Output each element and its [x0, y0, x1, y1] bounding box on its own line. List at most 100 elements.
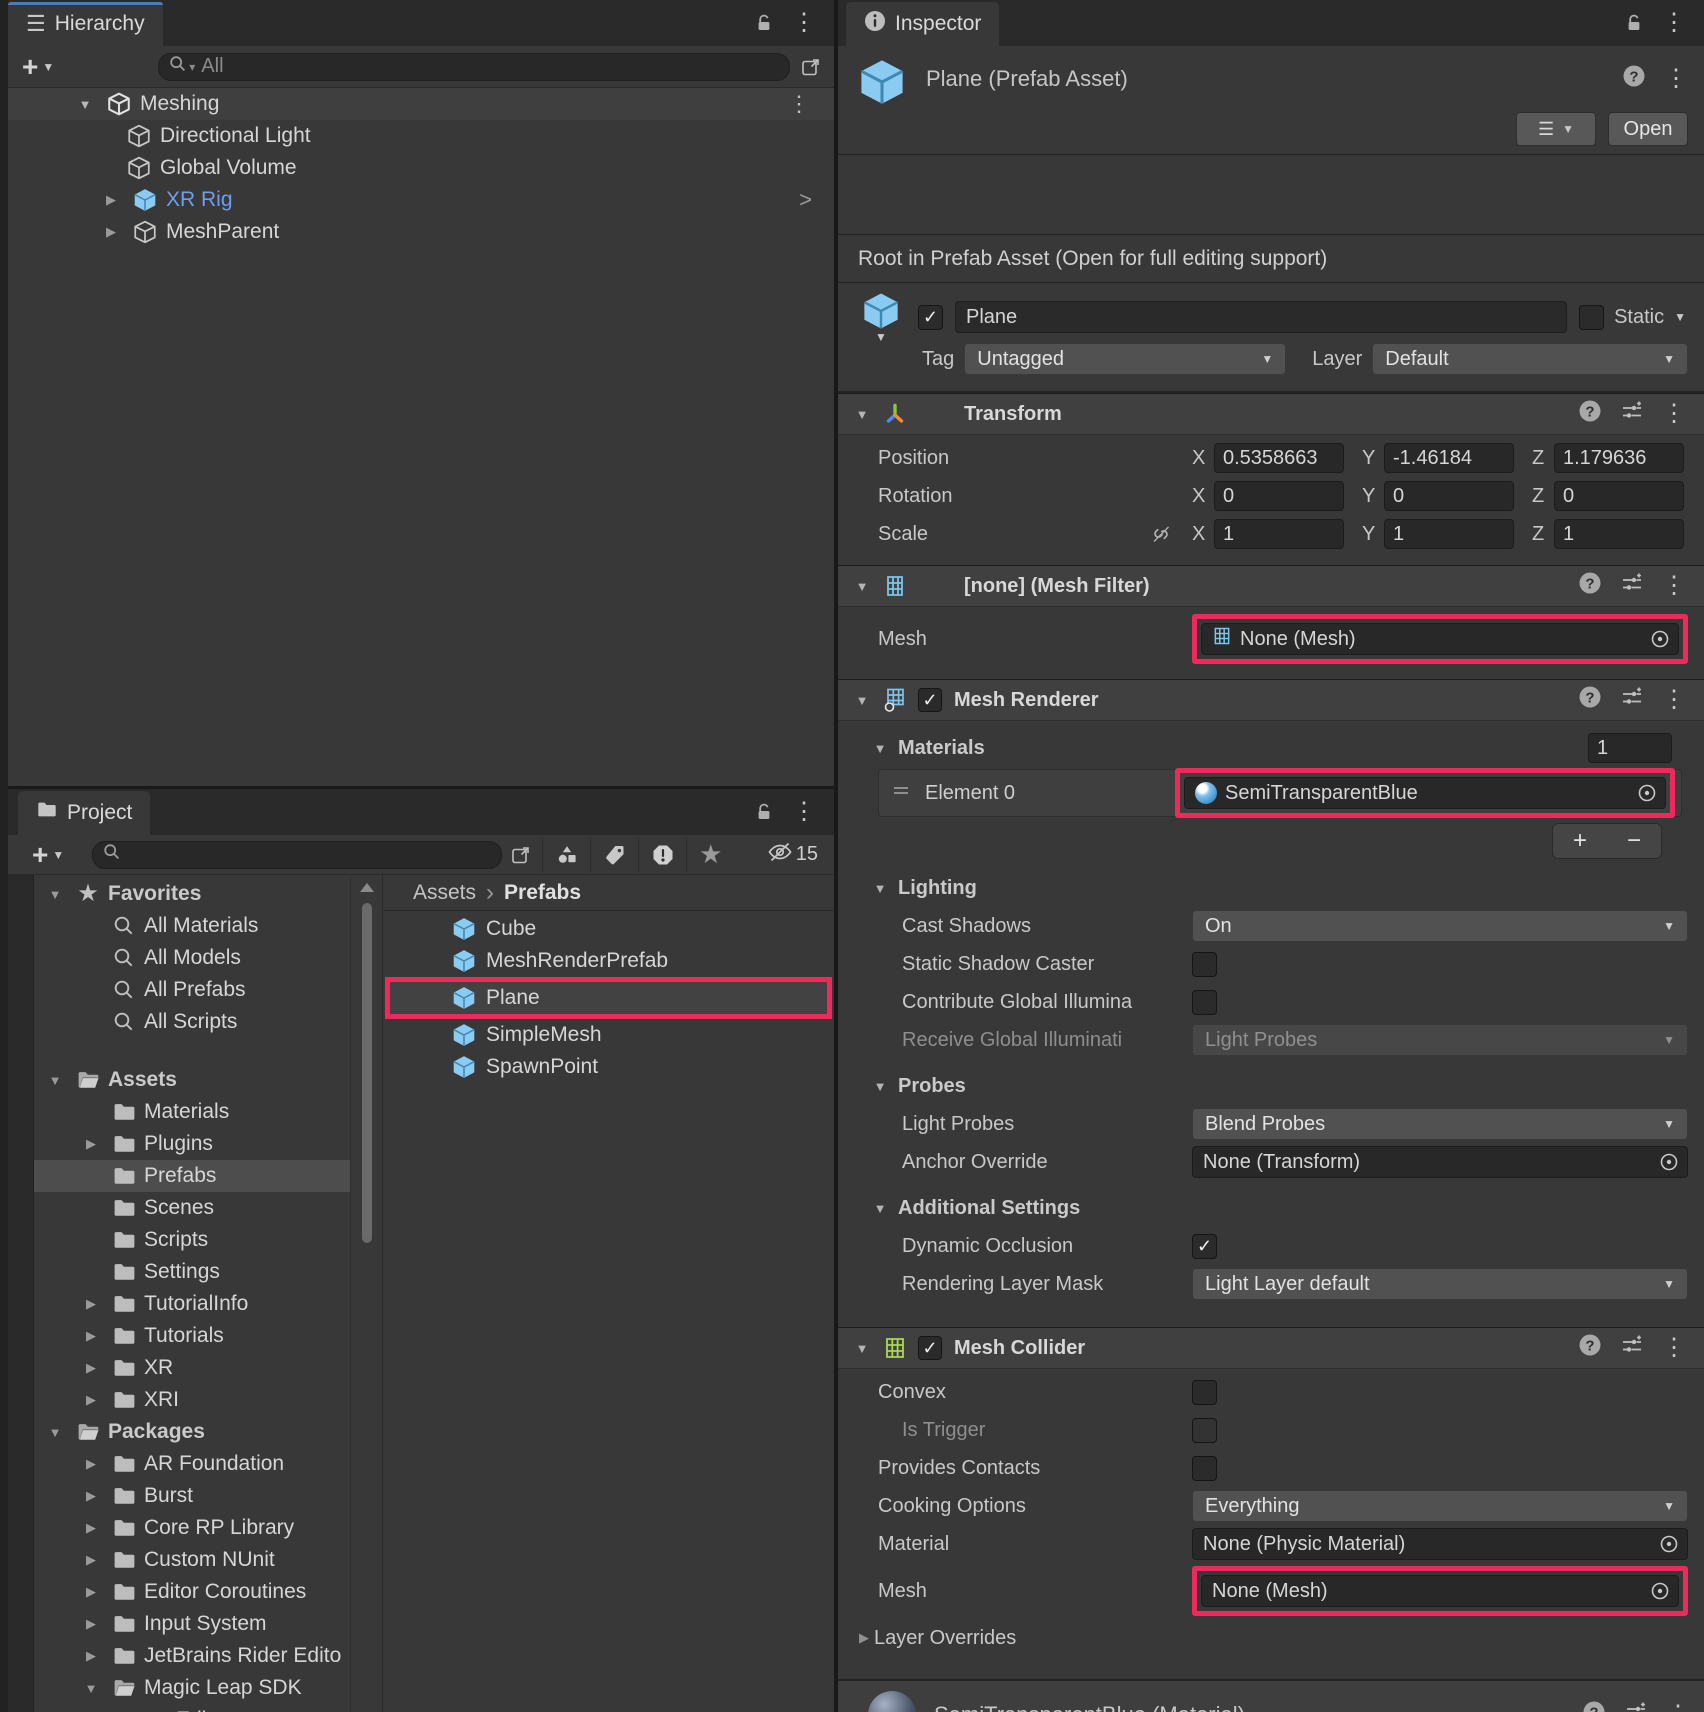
- foldout-closed-icon[interactable]: ▶: [98, 192, 124, 208]
- materials-size-field[interactable]: 1: [1588, 733, 1672, 763]
- open-prefab-button[interactable]: Open: [1608, 112, 1688, 146]
- element0-material-field[interactable]: SemiTransparentBlue: [1184, 777, 1666, 809]
- foldout-closed-icon[interactable]: ▶: [78, 1328, 104, 1344]
- rotation-y-field[interactable]: 0: [1384, 481, 1514, 511]
- foldout-open-icon[interactable]: ▼: [852, 1341, 872, 1356]
- foldout-open-icon[interactable]: ▼: [42, 1425, 68, 1440]
- project-tree-item-input-system[interactable]: ▶Input System: [34, 1608, 350, 1640]
- foldout-open-icon[interactable]: ▼: [78, 1681, 104, 1696]
- kebab-icon[interactable]: ⋮: [788, 91, 834, 117]
- tab-project[interactable]: Project: [18, 791, 150, 835]
- additional-settings-foldout[interactable]: ▼ Additional Settings: [878, 1191, 1688, 1225]
- static-shadow-caster-checkbox[interactable]: [1192, 952, 1217, 977]
- lighting-foldout[interactable]: ▼ Lighting: [878, 871, 1688, 905]
- materials-foldout[interactable]: ▼ Materials 1: [878, 731, 1688, 765]
- transform-header[interactable]: ▼ Transform ? ⋮: [838, 393, 1704, 435]
- cast-shadows-dropdown[interactable]: On▼: [1192, 910, 1688, 942]
- project-tree-item-all-models[interactable]: All Models: [34, 942, 350, 974]
- foldout-closed-icon[interactable]: ▶: [78, 1488, 104, 1504]
- foldout-closed-icon[interactable]: ▶: [78, 1392, 104, 1408]
- file-item-cube[interactable]: Cube: [383, 913, 834, 945]
- file-item-spawnpoint[interactable]: SpawnPoint: [383, 1051, 834, 1083]
- hierarchy-item-xr-rig[interactable]: ▶XR Rig>: [8, 184, 834, 216]
- light-probes-dropdown[interactable]: Blend Probes▼: [1192, 1108, 1688, 1140]
- chevron-down-icon[interactable]: ▼: [1674, 310, 1686, 324]
- object-picker-icon[interactable]: [1650, 1581, 1670, 1601]
- kebab-icon[interactable]: ⋮: [1666, 1703, 1690, 1712]
- receive-gi-dropdown[interactable]: Light Probes▼: [1192, 1024, 1688, 1056]
- collider-mesh-field[interactable]: None (Mesh): [1201, 1575, 1679, 1607]
- kebab-icon[interactable]: ⋮: [792, 800, 816, 824]
- help-icon[interactable]: ?: [1582, 1700, 1606, 1712]
- project-tree-item-editor-coroutines[interactable]: ▶Editor Coroutines: [34, 1576, 350, 1608]
- position-y-field[interactable]: -1.46184: [1384, 443, 1514, 473]
- hierarchy-search-field[interactable]: [201, 55, 779, 78]
- tab-inspector[interactable]: Inspector: [846, 2, 999, 46]
- tab-hierarchy[interactable]: ☰ Hierarchy: [8, 2, 163, 46]
- kebab-icon[interactable]: ⋮: [1662, 1336, 1686, 1360]
- kebab-icon[interactable]: ⋮: [1662, 402, 1686, 426]
- unlink-scale-icon[interactable]: [1150, 523, 1172, 545]
- project-tree-item-xr[interactable]: ▶XR: [34, 1352, 350, 1384]
- foldout-closed-icon[interactable]: ▶: [78, 1136, 104, 1152]
- name-input[interactable]: [966, 306, 1556, 329]
- project-search-field[interactable]: [127, 843, 491, 866]
- project-tree-item-editor[interactable]: ▼Editor: [34, 1704, 350, 1712]
- rendering-layer-mask-dropdown[interactable]: Light Layer default▼: [1192, 1268, 1688, 1300]
- is-trigger-checkbox[interactable]: [1192, 1418, 1217, 1443]
- layer-overrides-row[interactable]: ▶ Layer Overrides: [878, 1621, 1688, 1655]
- project-tree-item-tutorialinfo[interactable]: ▶TutorialInfo: [34, 1288, 350, 1320]
- file-item-meshrenderprefab[interactable]: MeshRenderPrefab: [383, 945, 834, 977]
- file-item-plane[interactable]: Plane: [390, 982, 827, 1014]
- layer-dropdown[interactable]: Default ▼: [1372, 343, 1688, 375]
- project-tree-item-favorites[interactable]: ▼★Favorites: [34, 878, 350, 910]
- breadcrumb-prefabs[interactable]: Prefabs: [504, 881, 581, 905]
- presets-icon[interactable]: [1620, 571, 1644, 601]
- kebab-icon[interactable]: ⋮: [1662, 688, 1686, 712]
- create-asset-button[interactable]: + ▼: [32, 841, 64, 869]
- project-tree-item-scripts[interactable]: Scripts: [34, 1224, 350, 1256]
- log-filter-icon[interactable]: [638, 837, 686, 873]
- file-item-simplemesh[interactable]: SimpleMesh: [383, 1019, 834, 1051]
- rotation-z-field[interactable]: 0: [1554, 481, 1684, 511]
- convex-checkbox[interactable]: [1192, 1380, 1217, 1405]
- kebab-icon[interactable]: ⋮: [792, 11, 816, 35]
- presets-icon[interactable]: [1620, 1333, 1644, 1363]
- project-tree-item-scenes[interactable]: Scenes: [34, 1192, 350, 1224]
- position-x-field[interactable]: 0.5358663: [1214, 443, 1344, 473]
- project-tree-item-materials[interactable]: Materials: [34, 1096, 350, 1128]
- add-gameobject-button[interactable]: + ▼: [22, 53, 54, 81]
- hierarchy-item-directional-light[interactable]: Directional Light: [8, 120, 834, 152]
- static-checkbox[interactable]: [1579, 305, 1604, 330]
- remove-element-button[interactable]: −: [1607, 824, 1661, 858]
- material-preview-header[interactable]: SemiTransparentBlue (Material) ? ⋮: [838, 1679, 1704, 1712]
- component-enabled-checkbox[interactable]: ✓: [918, 1336, 942, 1360]
- project-tree-item-magic-leap-sdk[interactable]: ▼Magic Leap SDK: [34, 1672, 350, 1704]
- project-tree-item-prefabs[interactable]: Prefabs: [34, 1160, 350, 1192]
- contribute-gi-checkbox[interactable]: [1192, 990, 1217, 1015]
- mesh-collider-header[interactable]: ▼ ✓ Mesh Collider ? ⋮: [838, 1327, 1704, 1369]
- presets-icon[interactable]: [1624, 1700, 1648, 1712]
- component-enabled-checkbox[interactable]: ✓: [918, 688, 942, 712]
- scrollbar-up-arrow-icon[interactable]: [360, 883, 374, 892]
- project-tree-item-all-prefabs[interactable]: All Prefabs: [34, 974, 350, 1006]
- rotation-x-field[interactable]: 0: [1214, 481, 1344, 511]
- help-icon[interactable]: ?: [1578, 399, 1602, 429]
- project-tree-item-tutorials[interactable]: ▶Tutorials: [34, 1320, 350, 1352]
- project-tree-item-custom-nunit[interactable]: ▶Custom NUnit: [34, 1544, 350, 1576]
- kebab-icon[interactable]: ⋮: [1664, 67, 1688, 91]
- project-tree-item-xri[interactable]: ▶XRI: [34, 1384, 350, 1416]
- help-icon[interactable]: ?: [1578, 685, 1602, 715]
- provides-contacts-checkbox[interactable]: [1192, 1456, 1217, 1481]
- foldout-open-icon[interactable]: ▼: [42, 887, 68, 902]
- mesh-filter-header[interactable]: ▼ [none] (Mesh Filter) ? ⋮: [838, 565, 1704, 607]
- probes-foldout[interactable]: ▼ Probes: [878, 1069, 1688, 1103]
- foldout-open-icon[interactable]: ▼: [42, 1073, 68, 1088]
- gameobject-icon[interactable]: ▼: [856, 290, 906, 344]
- project-tree-item-core-rp-library[interactable]: ▶Core RP Library: [34, 1512, 350, 1544]
- prefab-open-chevron-icon[interactable]: >: [799, 187, 834, 213]
- foldout-closed-icon[interactable]: ▶: [78, 1648, 104, 1664]
- help-icon[interactable]: ?: [1622, 64, 1646, 94]
- cooking-options-dropdown[interactable]: Everything▼: [1192, 1490, 1688, 1522]
- foldout-closed-icon[interactable]: ▶: [78, 1584, 104, 1600]
